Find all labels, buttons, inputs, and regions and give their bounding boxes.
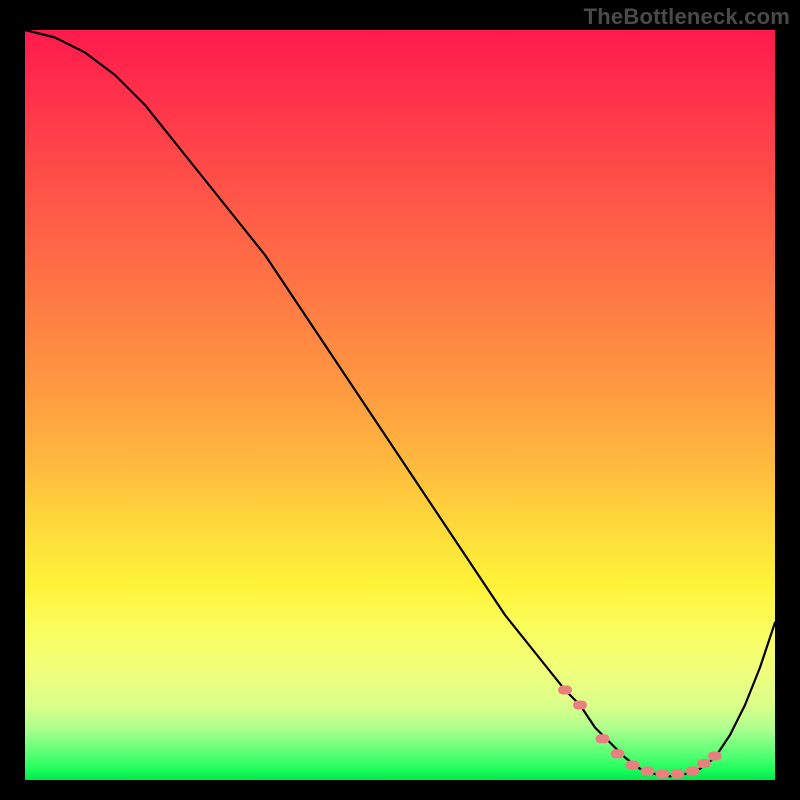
sweet-spot-marker: [626, 761, 640, 770]
sweet-spot-marker: [656, 770, 670, 779]
watermark-text: TheBottleneck.com: [584, 4, 790, 30]
bottleneck-curve: [25, 30, 775, 776]
sweet-spot-marker: [596, 734, 610, 743]
sweet-spot-marker: [708, 752, 722, 761]
plot-area: [25, 30, 775, 780]
sweet-spot-marker: [671, 770, 685, 779]
sweet-spot-marker: [697, 759, 711, 768]
sweet-spot-marker: [686, 767, 700, 776]
curve-svg: [25, 30, 775, 780]
sweet-spot-marker: [641, 767, 655, 776]
sweet-spot-marker: [573, 701, 587, 710]
sweet-spot-marker: [611, 749, 625, 758]
sweet-spot-marker: [558, 686, 572, 695]
sweet-spot-markers: [558, 686, 722, 779]
chart-frame: TheBottleneck.com: [0, 0, 800, 800]
